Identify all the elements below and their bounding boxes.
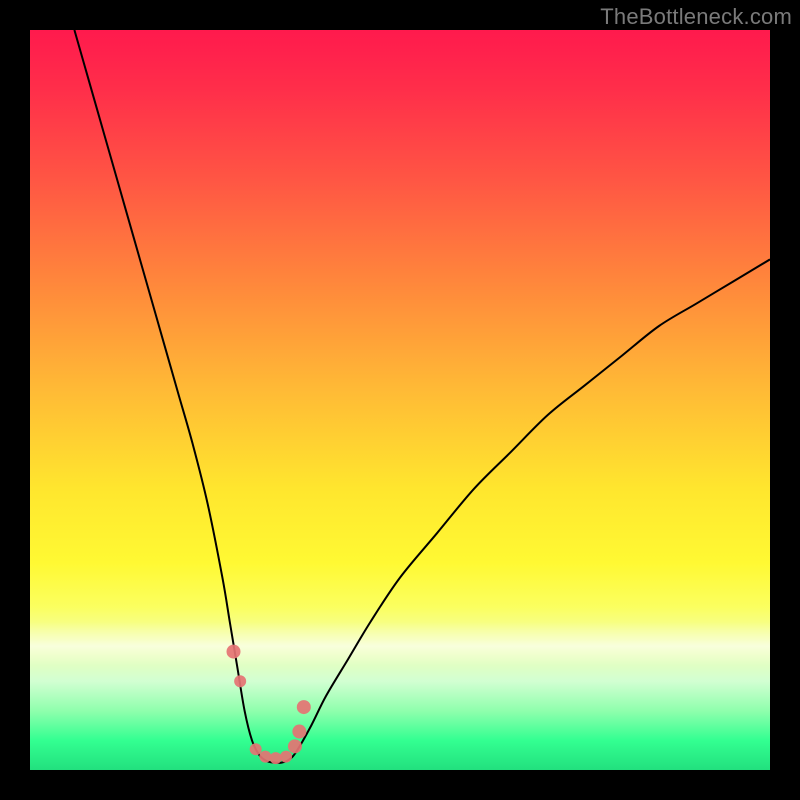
plot-area: [30, 30, 770, 770]
chart-frame: TheBottleneck.com: [0, 0, 800, 800]
marker-group: [227, 645, 311, 765]
marker-point: [227, 645, 241, 659]
marker-point: [270, 752, 282, 764]
marker-point: [234, 675, 246, 687]
marker-point: [297, 700, 311, 714]
marker-point: [292, 725, 306, 739]
curve-svg: [30, 30, 770, 770]
watermark-text: TheBottleneck.com: [600, 4, 792, 30]
bottleneck-curve: [74, 30, 770, 763]
marker-point: [259, 751, 271, 763]
marker-point: [250, 743, 262, 755]
marker-point: [280, 751, 292, 763]
marker-point: [288, 739, 302, 753]
